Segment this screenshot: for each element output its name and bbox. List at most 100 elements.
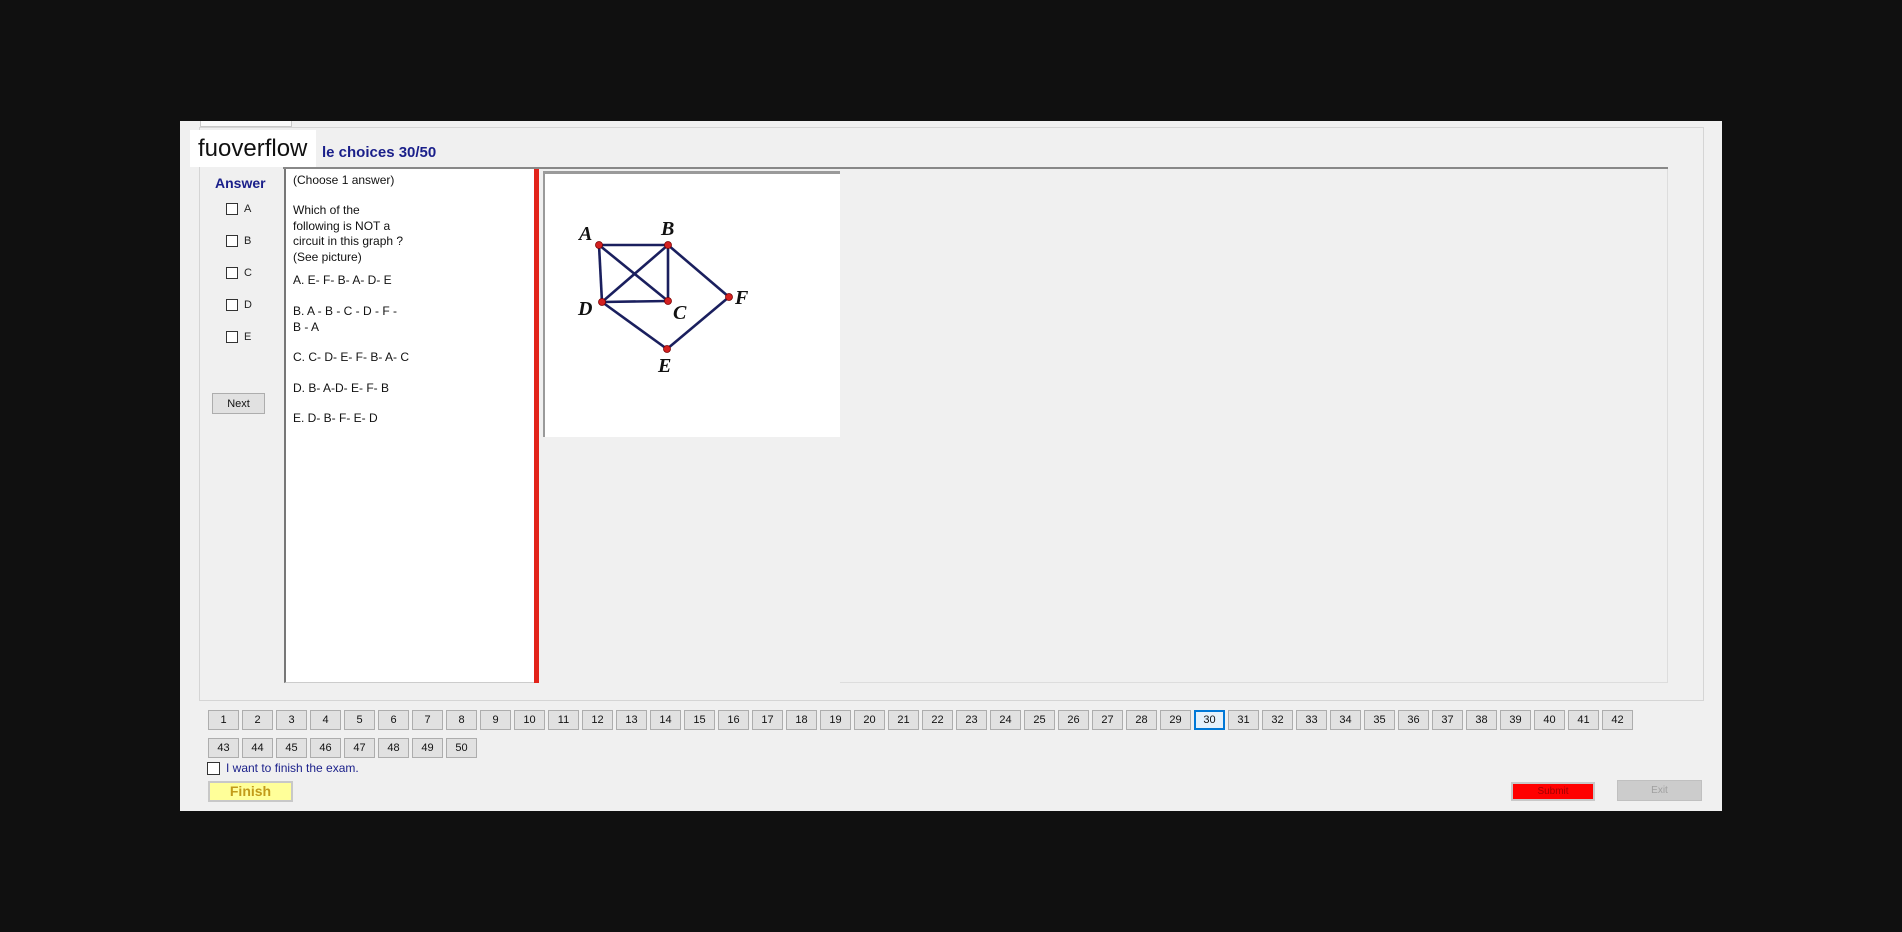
question-nav-button[interactable]: 22 (922, 710, 953, 730)
question-nav-button[interactable]: 43 (208, 738, 239, 758)
graph-edge-ad (597, 244, 604, 303)
question-nav-button[interactable]: 6 (378, 710, 409, 730)
finish-button[interactable]: Finish (208, 781, 293, 802)
question-nav-button[interactable]: 29 (1160, 710, 1191, 730)
watermark-logo: fuoverflow (190, 130, 316, 167)
answer-option-a[interactable]: A (226, 202, 251, 216)
question-text-panel[interactable]: (Choose 1 answer) Which of the following… (284, 169, 534, 683)
question-nav-button[interactable]: 16 (718, 710, 749, 730)
graph-edge-de (601, 300, 668, 351)
question-nav-button[interactable]: 45 (276, 738, 307, 758)
question-nav-button[interactable]: 12 (582, 710, 613, 730)
question-nav-button[interactable]: 17 (752, 710, 783, 730)
checkbox-d[interactable] (226, 299, 238, 311)
question-text: Which of the following is NOT a circuit … (293, 203, 404, 264)
question-nav-button[interactable]: 20 (854, 710, 885, 730)
question-title: le choices 30/50 (322, 144, 437, 161)
graph-vertex-label-f: F (734, 287, 749, 309)
question-nav-button[interactable]: 21 (888, 710, 919, 730)
graph-vertex-b (664, 241, 672, 249)
question-nav-button[interactable]: 50 (446, 738, 477, 758)
empty-area (840, 169, 1668, 683)
question-nav-button[interactable]: 39 (1500, 710, 1531, 730)
question-nav-button[interactable]: 26 (1058, 710, 1089, 730)
question-nav-button[interactable]: 27 (1092, 710, 1123, 730)
question-nav-button[interactable]: 30 (1194, 710, 1225, 730)
question-nav-button[interactable]: 48 (378, 738, 409, 758)
answer-option-label: E (244, 331, 252, 343)
choice-a-text: A. E- F- B- A- D- E (293, 273, 392, 287)
choice-b-text: B. A - B - C - D - F - B - A (293, 304, 398, 334)
question-nav-button[interactable]: 42 (1602, 710, 1633, 730)
question-nav-button[interactable]: 3 (276, 710, 307, 730)
question-instruction: (Choose 1 answer) (293, 173, 395, 187)
question-nav-button[interactable]: 5 (344, 710, 375, 730)
question-nav-button[interactable]: 23 (956, 710, 987, 730)
question-nav-button[interactable]: 36 (1398, 710, 1429, 730)
question-nav-button[interactable]: 31 (1228, 710, 1259, 730)
finish-exam-check[interactable]: I want to finish the exam. (207, 761, 359, 775)
checkbox-c[interactable] (226, 267, 238, 279)
question-nav-button[interactable]: 47 (344, 738, 375, 758)
question-nav-button[interactable]: 8 (446, 710, 477, 730)
question-nav-button[interactable]: 33 (1296, 710, 1327, 730)
question-nav-button[interactable]: 46 (310, 738, 341, 758)
question-nav-button[interactable]: 18 (786, 710, 817, 730)
question-image: A B C D E F (543, 171, 840, 437)
splitter-bar[interactable] (534, 169, 539, 683)
question-nav-button[interactable]: 4 (310, 710, 341, 730)
question-nav-button[interactable]: 44 (242, 738, 273, 758)
graph-vertex-label-d: D (577, 298, 592, 320)
question-nav-button[interactable]: 41 (1568, 710, 1599, 730)
question-nav-button[interactable]: 40 (1534, 710, 1565, 730)
question-nav-button[interactable]: 9 (480, 710, 511, 730)
exit-button[interactable]: Exit (1617, 780, 1702, 801)
answer-option-label: B (244, 235, 252, 247)
question-nav-button[interactable]: 25 (1024, 710, 1055, 730)
checkbox-e[interactable] (226, 331, 238, 343)
graph-vertex-d (598, 298, 606, 306)
question-nav-button[interactable]: 14 (650, 710, 681, 730)
answer-option-e[interactable]: E (226, 330, 251, 344)
question-nav-button[interactable]: 38 (1466, 710, 1497, 730)
exam-window: fuoverflow le choices 30/50 Answer A B C… (180, 121, 1722, 811)
finish-exam-label: I want to finish the exam. (226, 761, 359, 775)
graph-vertex-label-a: A (577, 223, 592, 245)
graph-vertex-e (663, 345, 671, 353)
question-nav-button[interactable]: 2 (242, 710, 273, 730)
graph-vertex-label-c: C (673, 302, 687, 324)
question-nav-button[interactable]: 11 (548, 710, 579, 730)
question-nav-button[interactable]: 13 (616, 710, 647, 730)
answer-option-b[interactable]: B (226, 234, 251, 248)
answer-option-label: C (244, 267, 252, 279)
graph-vertex-f (725, 293, 733, 301)
checkbox-a[interactable] (226, 203, 238, 215)
graph-vertex-a (595, 241, 603, 249)
finish-exam-checkbox[interactable] (207, 761, 220, 775)
question-nav-button[interactable]: 32 (1262, 710, 1293, 730)
answer-option-d[interactable]: D (226, 298, 252, 312)
question-nav-button[interactable]: 49 (412, 738, 443, 758)
graph-edge-bf (667, 244, 730, 298)
question-nav-button[interactable]: 35 (1364, 710, 1395, 730)
question-nav-button[interactable]: 1 (208, 710, 239, 730)
graph-edge-cd (601, 299, 669, 304)
answer-option-label: D (244, 299, 252, 311)
choice-d-text: D. B- A-D- E- F- B (293, 381, 389, 395)
question-nav-button[interactable]: 15 (684, 710, 715, 730)
question-nav-button[interactable]: 7 (412, 710, 443, 730)
question-nav-button[interactable]: 34 (1330, 710, 1361, 730)
graph-vertex-c (664, 297, 672, 305)
answer-option-c[interactable]: C (226, 266, 252, 280)
submit-button[interactable]: Submit (1511, 782, 1595, 801)
question-nav-button[interactable]: 19 (820, 710, 851, 730)
question-nav-button[interactable]: 28 (1126, 710, 1157, 730)
next-button[interactable]: Next (212, 393, 265, 414)
checkbox-b[interactable] (226, 235, 238, 247)
graph-diagram: A B C D E F (577, 218, 749, 377)
choice-e-text: E. D- B- F- E- D (293, 411, 378, 425)
question-nav-button[interactable]: 37 (1432, 710, 1463, 730)
question-nav-button[interactable]: 10 (514, 710, 545, 730)
choice-c-text: C. C- D- E- F- B- A- C (293, 350, 409, 364)
question-nav-button[interactable]: 24 (990, 710, 1021, 730)
